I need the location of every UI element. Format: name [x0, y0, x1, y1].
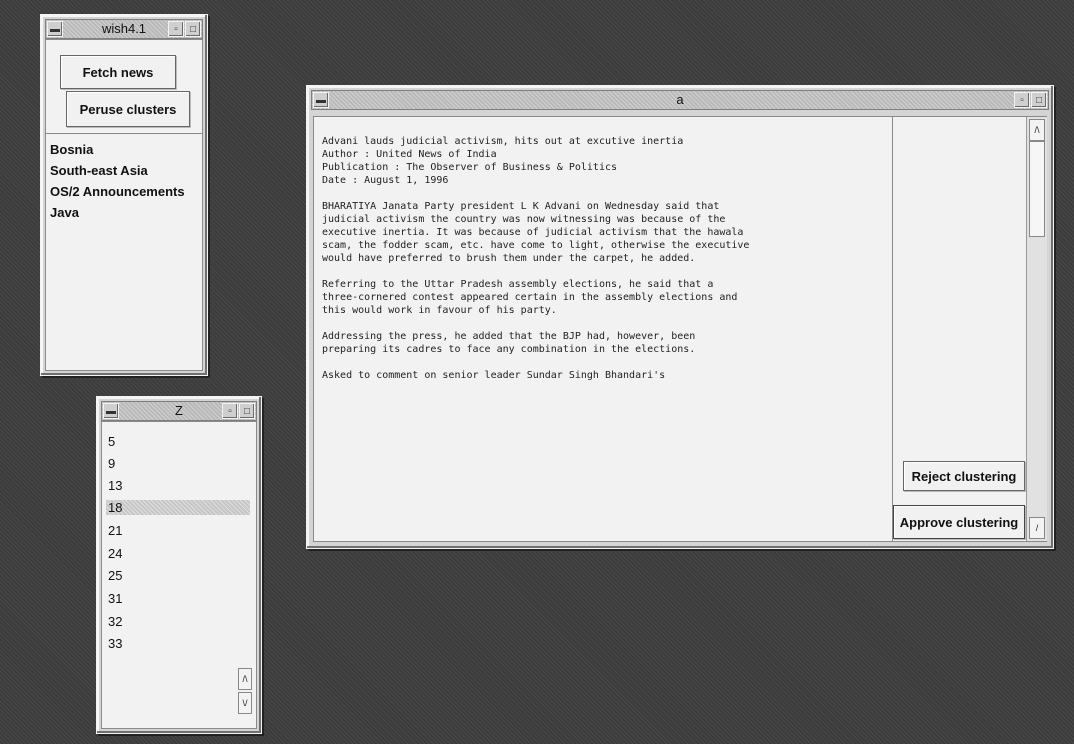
scroll-down-icon[interactable]: \/ — [238, 692, 252, 714]
maximize-icon[interactable]: □ — [1031, 92, 1047, 108]
cluster-list: Bosnia South-east Asia OS/2 Announcement… — [46, 133, 202, 371]
wish-titlebar[interactable]: ▬ wish4.1 ▫ □ — [45, 19, 203, 39]
number-item[interactable]: 25 — [108, 568, 122, 583]
article-author: Author : United News of India — [322, 149, 497, 160]
article-window: ▬ a ▫ □ Advani lauds judicial activism, … — [306, 85, 1054, 549]
scroll-down-icon[interactable]: / — [1029, 517, 1045, 539]
approve-clustering-button[interactable]: Approve clustering — [893, 505, 1025, 539]
article-text: Advani lauds judicial activism, hits out… — [322, 135, 752, 395]
minimize-icon[interactable]: ▫ — [168, 21, 184, 37]
z-titlebar[interactable]: ▬ Z ▫ □ — [101, 401, 257, 421]
article-publication: Publication : The Observer of Business &… — [322, 162, 618, 173]
reject-clustering-button[interactable]: Reject clustering — [903, 461, 1025, 491]
article-paragraph: Referring to the Uttar Pradesh assembly … — [322, 279, 738, 316]
desktop: ▬ wish4.1 ▫ □ Fetch news Peruse clusters… — [0, 0, 1074, 744]
scroll-up-icon[interactable]: /\ — [1029, 119, 1045, 141]
article-paragraph: BHARATIYA Janata Party president L K Adv… — [322, 201, 750, 264]
cluster-item-bosnia[interactable]: Bosnia — [50, 142, 93, 157]
cluster-item-java[interactable]: Java — [50, 205, 79, 220]
article-window-title: a — [676, 92, 684, 107]
action-panel: Reject clustering Approve clustering — [892, 117, 1027, 541]
article-scrollbar[interactable]: /\ / — [1026, 117, 1047, 541]
number-item[interactable]: 31 — [108, 591, 122, 606]
cluster-item-south-east-asia[interactable]: South-east Asia — [50, 163, 148, 178]
cluster-item-os2-announcements[interactable]: OS/2 Announcements — [50, 184, 185, 199]
maximize-icon[interactable]: □ — [239, 403, 255, 419]
number-item[interactable]: 24 — [108, 546, 122, 561]
number-item-selected[interactable]: 18 — [106, 500, 250, 515]
article-date: Date : August 1, 1996 — [322, 175, 449, 186]
minimize-icon[interactable]: ▫ — [222, 403, 238, 419]
z-window: ▬ Z ▫ □ 5 9 13 18 21 24 25 31 32 33 /\ \… — [96, 396, 262, 734]
minimize-icon[interactable]: ▫ — [1014, 92, 1030, 108]
number-item[interactable]: 9 — [108, 456, 115, 471]
wish-panel: Fetch news Peruse clusters Bosnia South-… — [45, 39, 203, 371]
article-paragraph: Addressing the press, he added that the … — [322, 331, 696, 355]
number-item[interactable]: 13 — [108, 478, 122, 493]
number-item[interactable]: 32 — [108, 614, 122, 629]
article-titlebar[interactable]: ▬ a ▫ □ — [311, 90, 1049, 110]
fetch-news-button[interactable]: Fetch news — [60, 55, 176, 89]
scroll-up-icon[interactable]: /\ — [238, 668, 252, 690]
peruse-clusters-button[interactable]: Peruse clusters — [66, 91, 190, 127]
number-item[interactable]: 5 — [108, 434, 115, 449]
scroll-thumb[interactable] — [1029, 141, 1045, 237]
z-list-panel: 5 9 13 18 21 24 25 31 32 33 /\ \/ — [101, 421, 257, 729]
number-item[interactable]: 21 — [108, 523, 122, 538]
article-panel: Advani lauds judicial activism, hits out… — [313, 116, 1047, 542]
number-item[interactable]: 33 — [108, 636, 122, 651]
article-headline: Advani lauds judicial activism, hits out… — [322, 136, 684, 147]
wish-window: ▬ wish4.1 ▫ □ Fetch news Peruse clusters… — [40, 14, 208, 376]
article-paragraph: Asked to comment on senior leader Sundar… — [322, 370, 666, 381]
maximize-icon[interactable]: □ — [185, 21, 201, 37]
